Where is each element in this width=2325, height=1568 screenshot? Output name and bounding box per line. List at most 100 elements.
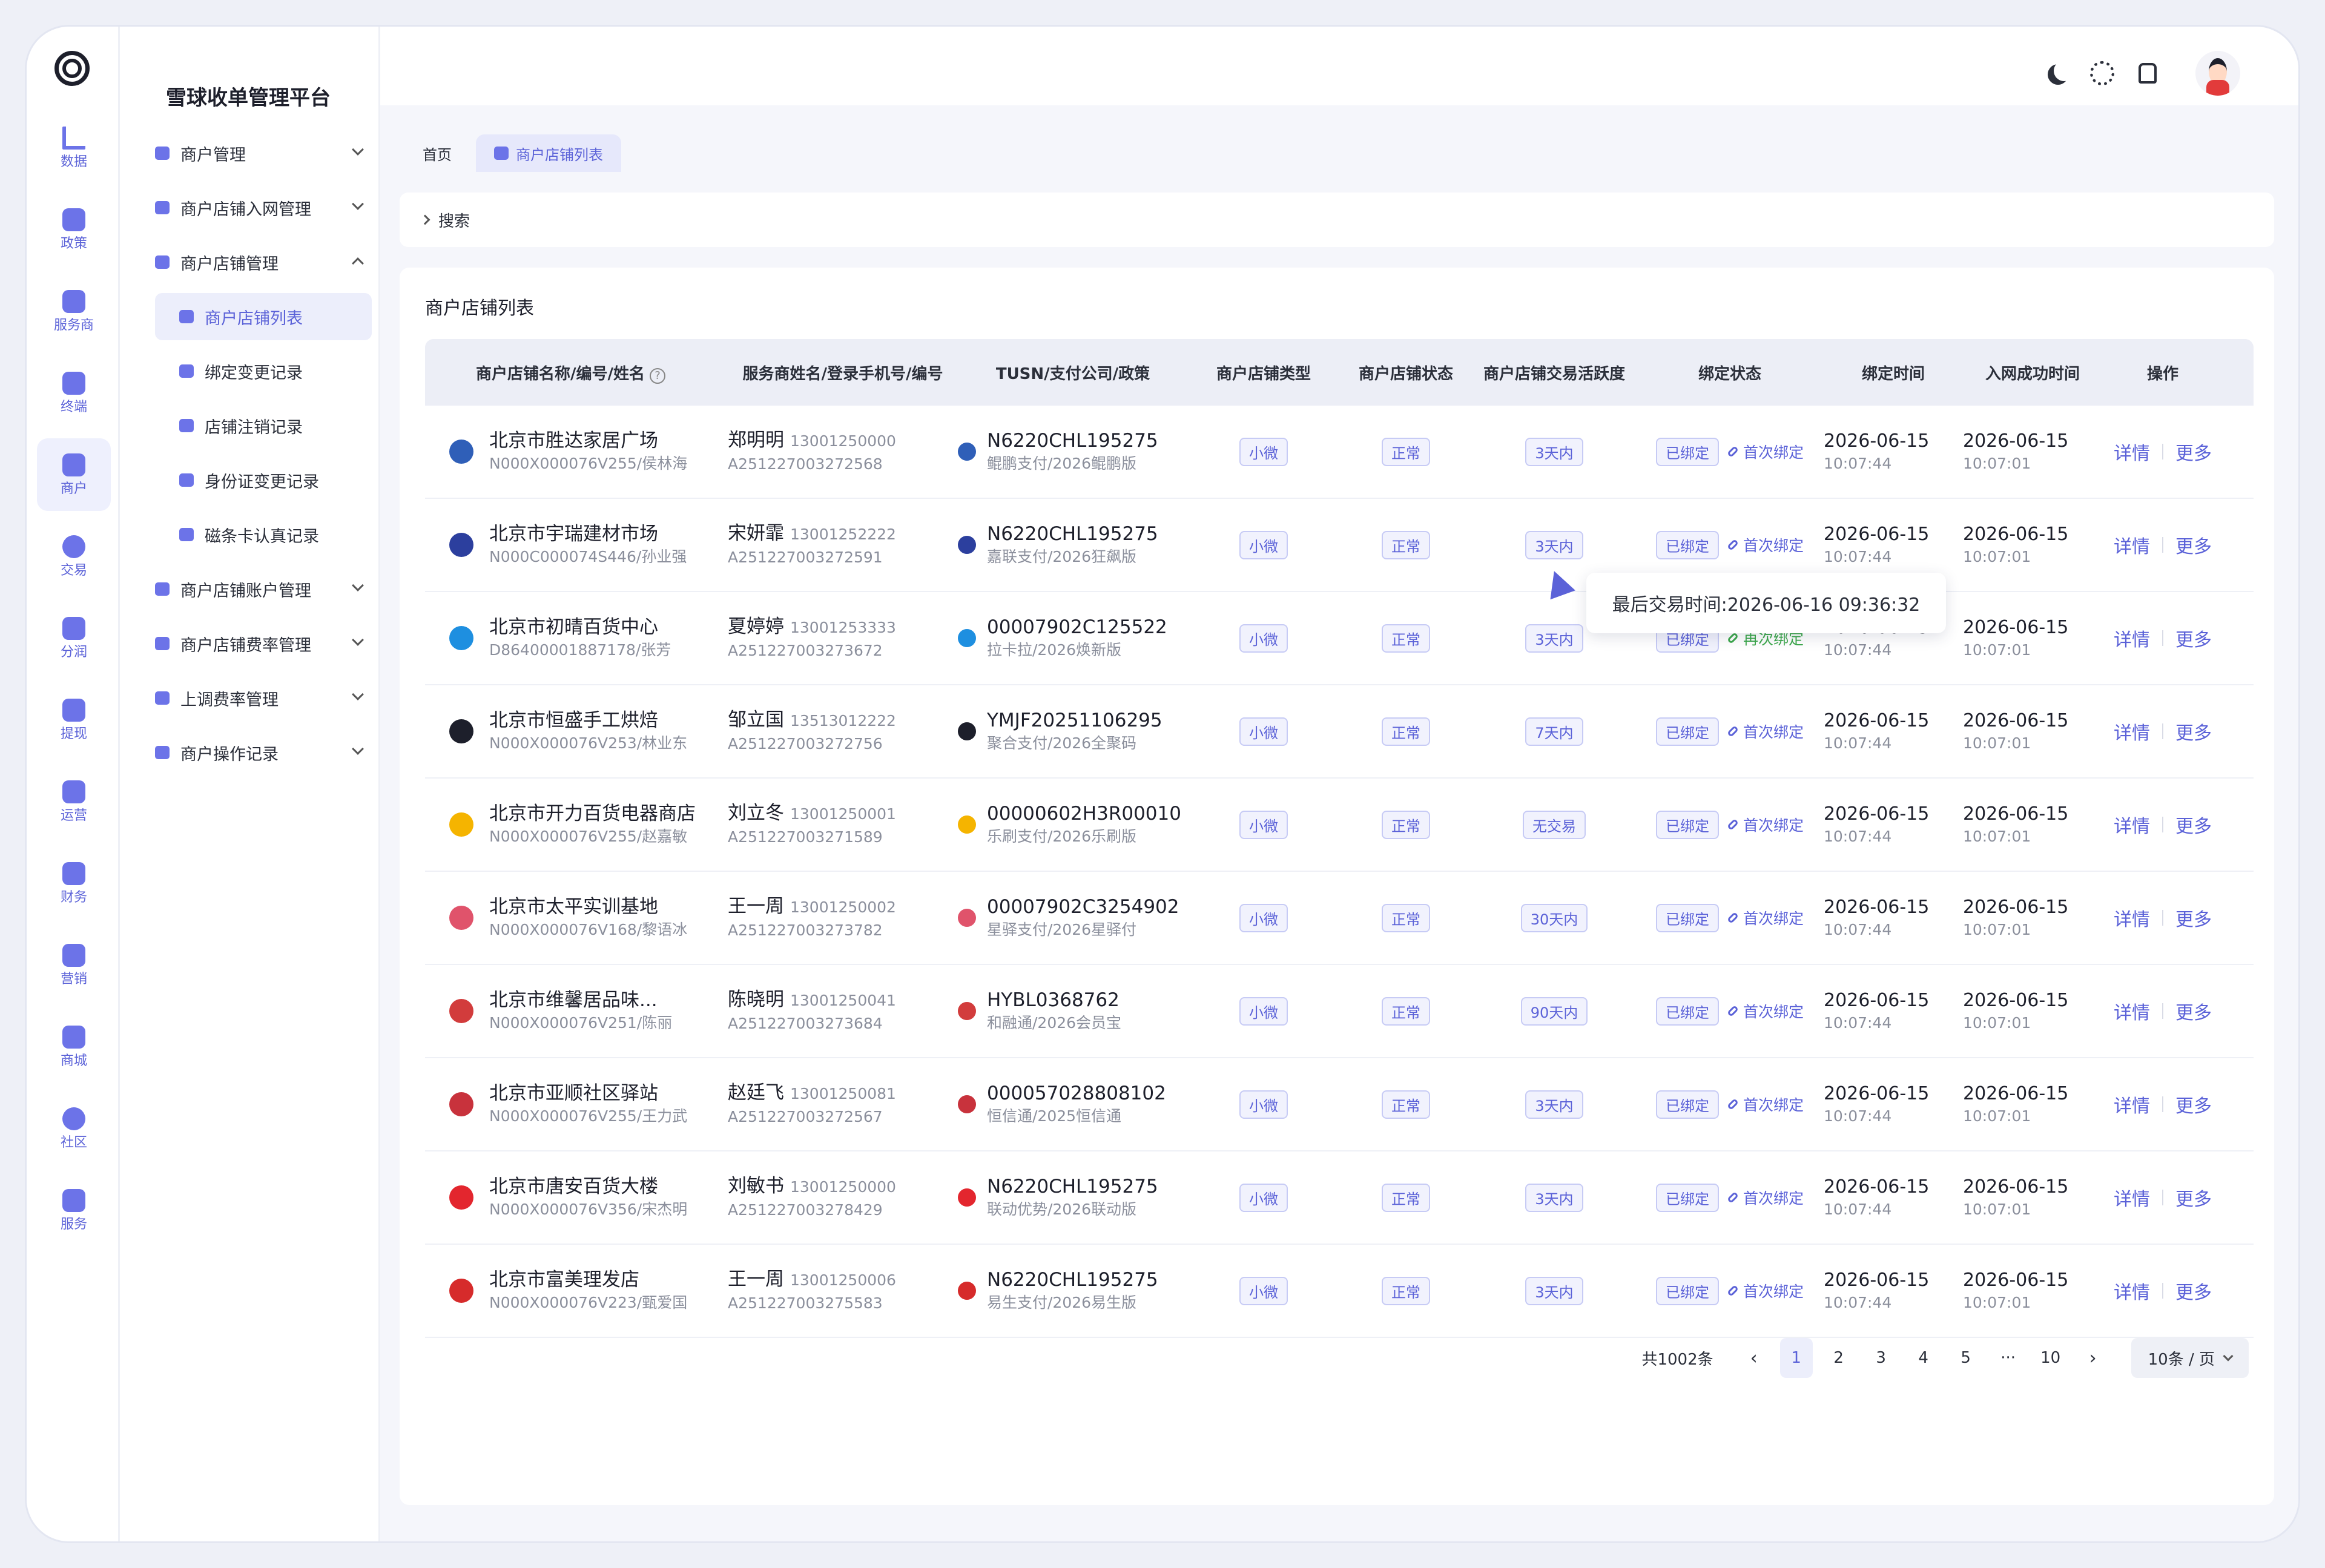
more-link[interactable]: 更多 — [2175, 1091, 2212, 1118]
rail-item-2[interactable]: 服务商 — [37, 275, 111, 348]
next-page-button[interactable]: › — [2077, 1338, 2109, 1378]
tusn: 00000602H3R00010 — [987, 803, 1181, 825]
more-link[interactable]: 更多 — [2175, 811, 2212, 838]
page-button[interactable]: 1 — [1779, 1338, 1813, 1378]
page-ellipsis[interactable]: ··· — [1992, 1338, 2025, 1378]
tab-home[interactable]: 首页 — [404, 134, 470, 172]
detail-link[interactable]: 详情 — [2114, 625, 2150, 651]
more-link[interactable]: 更多 — [2175, 718, 2212, 745]
activity-badge[interactable]: 30天内 — [1520, 903, 1588, 932]
submenu-item-11[interactable]: 商户操作记录 — [155, 729, 372, 776]
more-link[interactable]: 更多 — [2175, 1277, 2212, 1304]
money-icon — [62, 535, 85, 558]
tab-label: 首页 — [423, 146, 452, 163]
theme-icon[interactable] — [2139, 63, 2157, 84]
page-button[interactable]: 2 — [1822, 1338, 1855, 1378]
dark-mode-icon[interactable] — [2054, 61, 2074, 81]
page-button[interactable]: 3 — [1865, 1338, 1898, 1378]
more-link[interactable]: 更多 — [2175, 438, 2212, 465]
submenu-item-7[interactable]: 磁条卡认真记录 — [155, 511, 372, 558]
store-name: 北京市恒盛手工烘焙 — [489, 710, 658, 731]
detail-link[interactable]: 详情 — [2114, 904, 2150, 931]
rail-item-7[interactable]: 提现 — [37, 684, 111, 756]
submenu-item-9[interactable]: 商户店铺费率管理 — [155, 620, 372, 667]
activity-badge[interactable]: 3天内 — [1525, 1183, 1583, 1212]
store-icon — [179, 419, 194, 432]
agent-name: 邹立国 — [728, 709, 784, 731]
rail-item-3[interactable]: 终端 — [37, 357, 111, 429]
net-date: 2026-06-15 — [1963, 1270, 2069, 1291]
store-code: N000C000074S446/孙业强 — [489, 548, 687, 565]
submenu-item-1[interactable]: 商户店铺入网管理 — [155, 184, 372, 231]
agent-phone: 13001250041 — [790, 992, 896, 1009]
agent-phone: 13001250081 — [790, 1085, 896, 1102]
rail-item-5[interactable]: 交易 — [37, 520, 111, 593]
rail-item-11[interactable]: 商城 — [37, 1010, 111, 1083]
detail-link[interactable]: 详情 — [2114, 1277, 2150, 1304]
submenu-item-6[interactable]: 身份证变更记录 — [155, 456, 372, 504]
tusn: 000057028808102 — [987, 1082, 1166, 1104]
bind-time-cell: 2026-06-15 10:07:44 — [1824, 802, 1963, 847]
user-avatar[interactable] — [2195, 51, 2240, 96]
detail-link[interactable]: 详情 — [2114, 1184, 2150, 1211]
detail-link[interactable]: 详情 — [2114, 532, 2150, 558]
submenu-item-3[interactable]: 商户店铺列表 — [155, 293, 372, 340]
rail-item-8[interactable]: 运营 — [37, 765, 111, 838]
page-button[interactable]: 10 — [2034, 1338, 2067, 1378]
rail-item-13[interactable]: 服务 — [37, 1174, 111, 1247]
prev-page-button[interactable]: ‹ — [1738, 1338, 1770, 1378]
activity-badge[interactable]: 3天内 — [1525, 437, 1583, 466]
submenu-item-5[interactable]: 店铺注销记录 — [155, 402, 372, 449]
detail-link[interactable]: 详情 — [2114, 438, 2150, 465]
page-size-select[interactable]: 10条 / 页 — [2131, 1338, 2249, 1378]
activity-badge[interactable]: 3天内 — [1525, 1090, 1583, 1119]
bind-date: 2026-06-15 — [1824, 1083, 1930, 1104]
link-icon — [1727, 912, 1739, 924]
bind-date: 2026-06-15 — [1824, 990, 1930, 1011]
activity-badge[interactable]: 无交易 — [1523, 810, 1586, 839]
rail-item-12[interactable]: 社区 — [37, 1092, 111, 1165]
more-link[interactable]: 更多 — [2175, 1184, 2212, 1211]
submenu-item-0[interactable]: 商户管理 — [155, 130, 372, 177]
tusn-cell: 00007902C125522 拉卡拉/2026焕新版 — [958, 615, 1188, 661]
agent-name: 刘敏书 — [728, 1175, 784, 1197]
submenu-item-2[interactable]: 商户店铺管理 — [155, 239, 372, 286]
submenu-item-label: 商户店铺入网管理 — [180, 200, 311, 219]
help-icon[interactable]: ? — [650, 367, 665, 384]
agent-phone: 13001250001 — [790, 805, 896, 823]
activity-badge[interactable]: 7天内 — [1525, 717, 1583, 746]
rail-item-0[interactable]: 数据 — [37, 111, 111, 184]
rail-item-1[interactable]: 政策 — [37, 193, 111, 266]
chevron-up-icon — [352, 257, 364, 269]
net-time: 10:07:01 — [1963, 1107, 2031, 1125]
bind-date: 2026-06-15 — [1824, 803, 1930, 825]
rail-item-9[interactable]: 财务 — [37, 847, 111, 920]
page-button[interactable]: 5 — [1950, 1338, 1982, 1378]
more-link[interactable]: 更多 — [2175, 532, 2212, 558]
rail-item-6[interactable]: 分润 — [37, 602, 111, 674]
search-toggle[interactable]: 搜索 — [400, 193, 2274, 247]
more-link[interactable]: 更多 — [2175, 904, 2212, 931]
settings-icon[interactable] — [2090, 61, 2114, 85]
bind-note: 首次绑定 — [1727, 1093, 1804, 1115]
activity-badge[interactable]: 3天内 — [1525, 624, 1583, 653]
bind-status: 已绑定 首次绑定 — [1636, 437, 1824, 466]
submenu-item-10[interactable]: 上调费率管理 — [155, 674, 372, 722]
more-link[interactable]: 更多 — [2175, 998, 2212, 1024]
more-link[interactable]: 更多 — [2175, 625, 2212, 651]
detail-link[interactable]: 详情 — [2114, 811, 2150, 838]
rail-item-4[interactable]: 商户 — [37, 438, 111, 511]
activity-badge[interactable]: 3天内 — [1525, 1276, 1583, 1305]
rail-item-10[interactable]: 营销 — [37, 929, 111, 1001]
activity-badge[interactable]: 90天内 — [1520, 996, 1588, 1026]
tab-store-list[interactable]: 商户店铺列表 — [476, 134, 621, 172]
detail-link[interactable]: 详情 — [2114, 1091, 2150, 1118]
app-window: 数据 政策 服务商 终端 商户 交易 分润 提现 运营 财务 营销 商城 社区 服务 雪球收单管理平台 商… — [27, 27, 2298, 1541]
submenu-item-8[interactable]: 商户店铺账户管理 — [155, 565, 372, 613]
detail-link[interactable]: 详情 — [2114, 718, 2150, 745]
main-content: 首页 商户店铺列表 搜索 商户店铺列表 商户店铺名称/编号/姓名? 服务商姓名/… — [380, 105, 2298, 1541]
submenu-item-4[interactable]: 绑定变更记录 — [155, 348, 372, 395]
page-button[interactable]: 4 — [1907, 1338, 1940, 1378]
activity-badge[interactable]: 3天内 — [1525, 530, 1583, 559]
detail-link[interactable]: 详情 — [2114, 998, 2150, 1024]
